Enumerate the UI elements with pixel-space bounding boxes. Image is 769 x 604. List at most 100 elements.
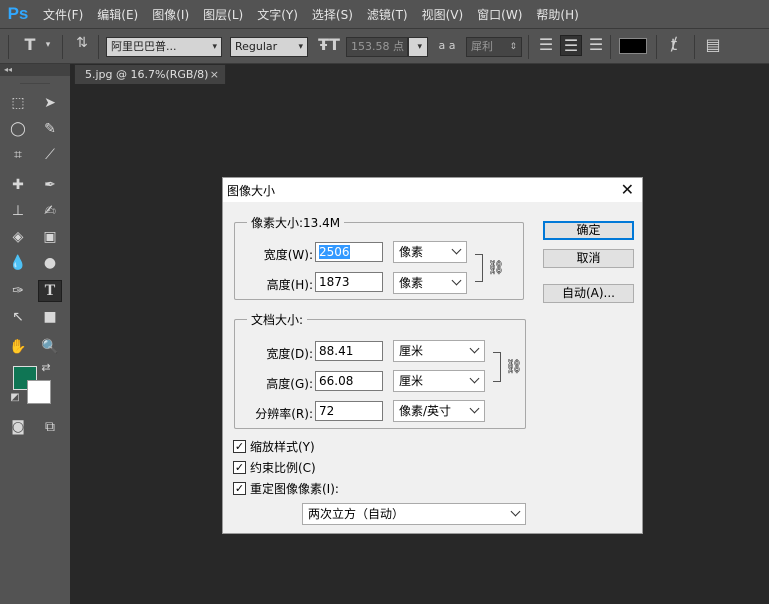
history-brush-tool-icon[interactable]: ✍ — [38, 200, 62, 222]
quick-select-tool-icon[interactable]: ✎ — [38, 118, 62, 140]
quick-mask-icon[interactable]: ◙ — [6, 416, 30, 438]
chevron-down-icon — [451, 275, 462, 286]
menu-window[interactable]: 窗口(W) — [470, 6, 529, 23]
checkbox-check-icon: ✓ — [233, 439, 246, 453]
options-bar: T ▾ ⇅ 阿里巴巴普... ▾ Regular ▾ ŦT 153.58 点 ▾ a… — [0, 28, 769, 64]
scale-styles-checkbox[interactable]: ✓ 缩放样式(Y) — [233, 438, 315, 454]
menu-edit[interactable]: 编辑(E) — [90, 6, 145, 23]
menu-view[interactable]: 视图(V) — [415, 6, 471, 23]
font-style-select[interactable]: Regular ▾ — [230, 37, 308, 57]
eyedropper-tool-icon[interactable]: ⟋ — [38, 144, 62, 166]
blur-tool-icon[interactable]: 💧 — [6, 252, 30, 274]
path-select-tool-icon[interactable]: ↖ — [6, 306, 30, 328]
align-right-icon[interactable]: ☰ — [586, 35, 606, 54]
checkbox-check-icon: ✓ — [233, 460, 246, 474]
doc-width-input[interactable]: 88.41 — [315, 341, 383, 361]
panel-grip — [20, 76, 50, 84]
auto-button[interactable]: 自动(A)... — [543, 284, 634, 303]
brush-tool-icon[interactable]: ✒ — [38, 174, 62, 196]
doc-height-unit-select[interactable]: 厘米 — [393, 370, 485, 392]
font-size-icon: ŦT — [318, 35, 340, 54]
pixel-width-label: 宽度(W): — [263, 248, 313, 262]
dialog-title: 图像大小 — [227, 184, 276, 198]
preset-dropdown-arrow-icon[interactable]: ▾ — [42, 40, 54, 50]
menu-help[interactable]: 帮助(H) — [529, 6, 585, 23]
document-tab[interactable]: 5.jpg @ 16.7%(RGB/8) × — [74, 64, 226, 84]
healing-brush-tool-icon[interactable]: ✚ — [6, 174, 30, 196]
photoshop-logo: Ps — [7, 4, 29, 23]
resolution-unit-select[interactable]: 像素/英寸 — [393, 400, 485, 422]
move-tool-icon[interactable]: ➤ — [38, 92, 62, 114]
clone-stamp-tool-icon[interactable]: ⊥ — [6, 200, 30, 222]
swap-colors-icon[interactable]: ⇄ — [38, 360, 54, 374]
constrain-bracket — [493, 352, 501, 382]
anti-alias-select[interactable]: 犀利 ⇕ — [466, 37, 522, 57]
pixel-dimensions-legend: 像素大小:13.4M — [247, 214, 345, 231]
menu-filter[interactable]: 滤镜(T) — [360, 6, 415, 23]
pixel-width-input[interactable]: 2506 — [315, 242, 383, 262]
collapse-panel-icon[interactable]: ◂◂ — [0, 64, 70, 76]
doc-height-label: 高度(G): — [266, 377, 313, 391]
close-icon[interactable]: × — [210, 65, 219, 84]
background-color-swatch[interactable] — [27, 380, 51, 404]
toggle-orientation-icon[interactable]: ⇅ — [72, 35, 92, 51]
chain-link-icon: ⛓ — [487, 260, 505, 276]
resample-method-select[interactable]: 两次立方（自动） — [302, 503, 526, 525]
pixel-width-unit-select[interactable]: 像素 — [393, 241, 467, 263]
align-left-icon[interactable]: ☰ — [536, 35, 556, 54]
doc-width-label: 宽度(D): — [266, 347, 313, 361]
chevron-down-icon — [510, 506, 521, 517]
doc-width-unit-select[interactable]: 厘米 — [393, 340, 485, 362]
menu-select[interactable]: 选择(S) — [305, 6, 360, 23]
dodge-tool-icon[interactable]: ● — [38, 252, 62, 274]
doc-height-input[interactable]: 66.08 — [315, 371, 383, 391]
resample-image-checkbox[interactable]: ✓ 重定图像像素(I): — [233, 480, 339, 496]
default-colors-icon[interactable]: ◩ — [6, 390, 24, 404]
cancel-button[interactable]: 取消 — [543, 249, 634, 268]
chevron-updown-icon: ⇕ — [509, 42, 517, 52]
dialog-titlebar: 图像大小 ✕ — [223, 178, 642, 202]
pen-tool-icon[interactable]: ✑ — [6, 280, 30, 302]
chevron-down-icon — [469, 373, 480, 384]
checkbox-check-icon: ✓ — [233, 481, 246, 495]
chevron-down-icon: ▾ — [298, 42, 303, 52]
hand-tool-icon[interactable]: ✋ — [6, 336, 30, 358]
menu-file[interactable]: 文件(F) — [36, 6, 90, 23]
menu-image[interactable]: 图像(I) — [145, 6, 196, 23]
constrain-bracket — [475, 254, 483, 282]
crop-tool-icon[interactable]: ⌗ — [6, 144, 30, 166]
screen-mode-icon[interactable]: ⧉ — [38, 416, 62, 438]
menu-bar: Ps 文件(F) 编辑(E) 图像(I) 图层(L) 文字(Y) 选择(S) 滤… — [0, 0, 769, 28]
menu-layer[interactable]: 图层(L) — [196, 6, 250, 23]
ok-button[interactable]: 确定 — [543, 221, 634, 240]
type-tool-preset-icon[interactable]: T — [20, 35, 40, 54]
character-panel-icon[interactable]: ▤ — [702, 35, 724, 54]
text-color-swatch[interactable] — [619, 38, 647, 54]
font-size-dropdown[interactable]: ▾ — [408, 37, 428, 57]
anti-alias-icon: a a — [438, 39, 456, 52]
pixel-height-unit-select[interactable]: 像素 — [393, 272, 467, 294]
lasso-tool-icon[interactable]: ◯ — [6, 118, 30, 140]
gradient-tool-icon[interactable]: ▣ — [38, 226, 62, 248]
close-icon[interactable]: ✕ — [621, 180, 634, 199]
type-tool-icon[interactable]: T — [38, 280, 62, 302]
zoom-tool-icon[interactable]: 🔍 — [38, 336, 62, 358]
tools-panel: ◂◂ ⬚ ➤ ◯ ✎ ⌗ ⟋ ✚ ✒ ⊥ ✍ ◈ ▣ 💧 ● ✑ T ↖ ■ ✋… — [0, 64, 70, 604]
resolution-input[interactable]: 72 — [315, 401, 383, 421]
pixel-height-label: 高度(H): — [266, 278, 313, 292]
rectangle-tool-icon[interactable]: ■ — [38, 306, 62, 328]
align-center-icon[interactable]: ☰ — [560, 35, 582, 56]
resolution-label: 分辨率(R): — [255, 407, 313, 421]
chevron-down-icon: ▾ — [212, 42, 217, 52]
chevron-down-icon — [469, 343, 480, 354]
font-size-input[interactable]: 153.58 点 — [346, 37, 408, 57]
warp-text-icon[interactable]: ⱦ — [664, 35, 684, 54]
eraser-tool-icon[interactable]: ◈ — [6, 226, 30, 248]
menu-type[interactable]: 文字(Y) — [250, 6, 305, 23]
font-family-select[interactable]: 阿里巴巴普... ▾ — [106, 37, 222, 57]
pixel-height-input[interactable]: 1873 — [315, 272, 383, 292]
marquee-tool-icon[interactable]: ⬚ — [6, 92, 30, 114]
constrain-proportions-checkbox[interactable]: ✓ 约束比例(C) — [233, 459, 316, 475]
chain-link-icon: ⛓ — [505, 359, 523, 375]
options-grip — [8, 35, 9, 59]
